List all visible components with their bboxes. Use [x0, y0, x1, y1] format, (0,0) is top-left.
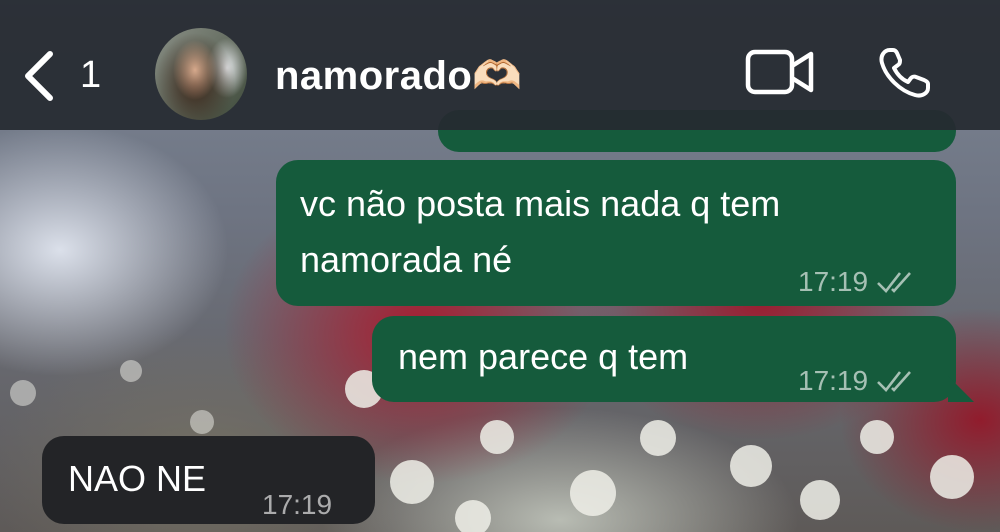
phone-icon: [879, 48, 930, 98]
message-time: 17:19: [798, 266, 869, 297]
unread-count[interactable]: 1: [80, 54, 101, 97]
chat-header: 1 namorado🫶🏻: [0, 0, 1000, 130]
outgoing-message-bubble[interactable]: vc não posta mais nada q tem namorada né…: [276, 160, 956, 306]
message-time: 17:19: [798, 365, 869, 396]
incoming-message-bubble[interactable]: NAO NE 17:19: [42, 436, 375, 524]
bubble-tail: [948, 376, 974, 402]
chevron-left-icon: [25, 51, 53, 101]
message-text-line: namorada né: [300, 239, 513, 280]
message-text-line: NAO NE: [68, 458, 207, 499]
message-text-line: nem parece q tem: [398, 336, 689, 377]
video-camera-icon: [745, 49, 814, 95]
voice-call-button[interactable]: [874, 44, 944, 104]
video-call-button[interactable]: [745, 44, 815, 104]
message-text-line: vc não posta mais nada q tem: [300, 183, 781, 224]
double-check-icon: [877, 272, 912, 293]
outgoing-message-bubble[interactable]: nem parece q tem 17:19: [372, 316, 956, 402]
message-time: 17:19: [262, 489, 333, 520]
double-check-icon: [877, 371, 912, 392]
contact-name[interactable]: namorado🫶🏻: [275, 52, 523, 99]
avatar[interactable]: [155, 28, 247, 120]
